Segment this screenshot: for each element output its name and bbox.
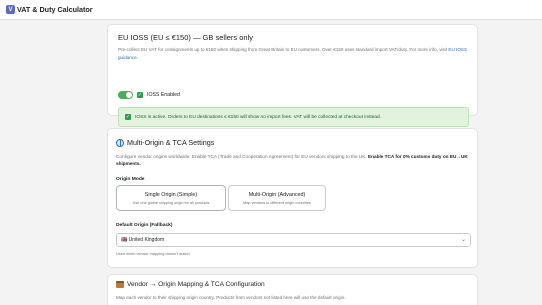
chevron-down-icon: ⌄: [460, 237, 466, 243]
default-origin-label: Default Origin (Fallback): [116, 223, 173, 228]
origin-description: Configure vendor origins worldwide. Enab…: [116, 153, 474, 168]
multi-origin-sub: Map vendors to different origin countrie…: [243, 201, 311, 205]
ioss-title: EU IOSS (EU ≤ €150) — GB sellers only: [118, 33, 253, 42]
toggle-knob: [126, 92, 132, 98]
ioss-toggle[interactable]: [118, 91, 133, 99]
ioss-description-suffix: .: [136, 54, 138, 60]
multi-origin-label: Multi-Origin (Advanced): [248, 192, 306, 198]
ioss-toggle-row: ✓ IOSS Enabled: [118, 91, 180, 99]
origin-mode-label: Origin Mode: [116, 177, 145, 182]
app-logo-icon: V: [6, 5, 15, 14]
single-origin-button[interactable]: Single Origin (Simple) Use one global sh…: [116, 185, 226, 211]
ioss-card: EU IOSS (EU ≤ €150) — GB sellers only Pr…: [107, 24, 478, 127]
ioss-checkbox-label: IOSS Enabled: [147, 92, 180, 98]
vendor-card: Vendor → Origin Mapping & TCA Configurat…: [107, 274, 478, 305]
vendor-header: Vendor → Origin Mapping & TCA Configurat…: [116, 281, 265, 288]
ioss-status-banner: ✓ IOSS is active. Orders to EU destinati…: [118, 107, 469, 127]
origin-title: Multi-Origin & TCA Settings: [127, 138, 215, 147]
ioss-checkbox[interactable]: ✓: [137, 92, 143, 98]
app-header: V VAT & Duty Calculator: [0, 0, 542, 20]
vendor-title: Vendor → Origin Mapping & TCA Configurat…: [127, 281, 265, 288]
multi-origin-button[interactable]: Multi-Origin (Advanced) Map vendors to d…: [228, 185, 326, 211]
default-origin-value: 🇬🇧 United Kingdom: [121, 237, 165, 243]
check-icon: ✓: [125, 114, 131, 120]
ioss-description-text: Pre-collect EU VAT for consignments up t…: [118, 47, 448, 52]
origin-description-text: Configure vendor origins worldwide. Enab…: [116, 154, 367, 159]
globe-icon: [116, 138, 124, 147]
single-origin-label: Single Origin (Simple): [144, 192, 198, 198]
app-title: VAT & Duty Calculator: [17, 5, 93, 14]
origin-header: Multi-Origin & TCA Settings: [116, 138, 214, 147]
package-icon: [116, 281, 124, 288]
vendor-description: Map each vendor to their shipping origin…: [116, 295, 346, 300]
single-origin-sub: Use one global shipping origin for all p…: [132, 201, 210, 205]
default-origin-help: Used when vendor mapping doesn't match.: [116, 251, 191, 256]
origin-card: Multi-Origin & TCA Settings Configure ve…: [107, 128, 478, 268]
ioss-description: Pre-collect EU VAT for consignments up t…: [118, 46, 470, 61]
ioss-banner-text: IOSS is active. Orders to EU destination…: [135, 114, 382, 120]
default-origin-select[interactable]: 🇬🇧 United Kingdom ⌄: [116, 233, 471, 247]
